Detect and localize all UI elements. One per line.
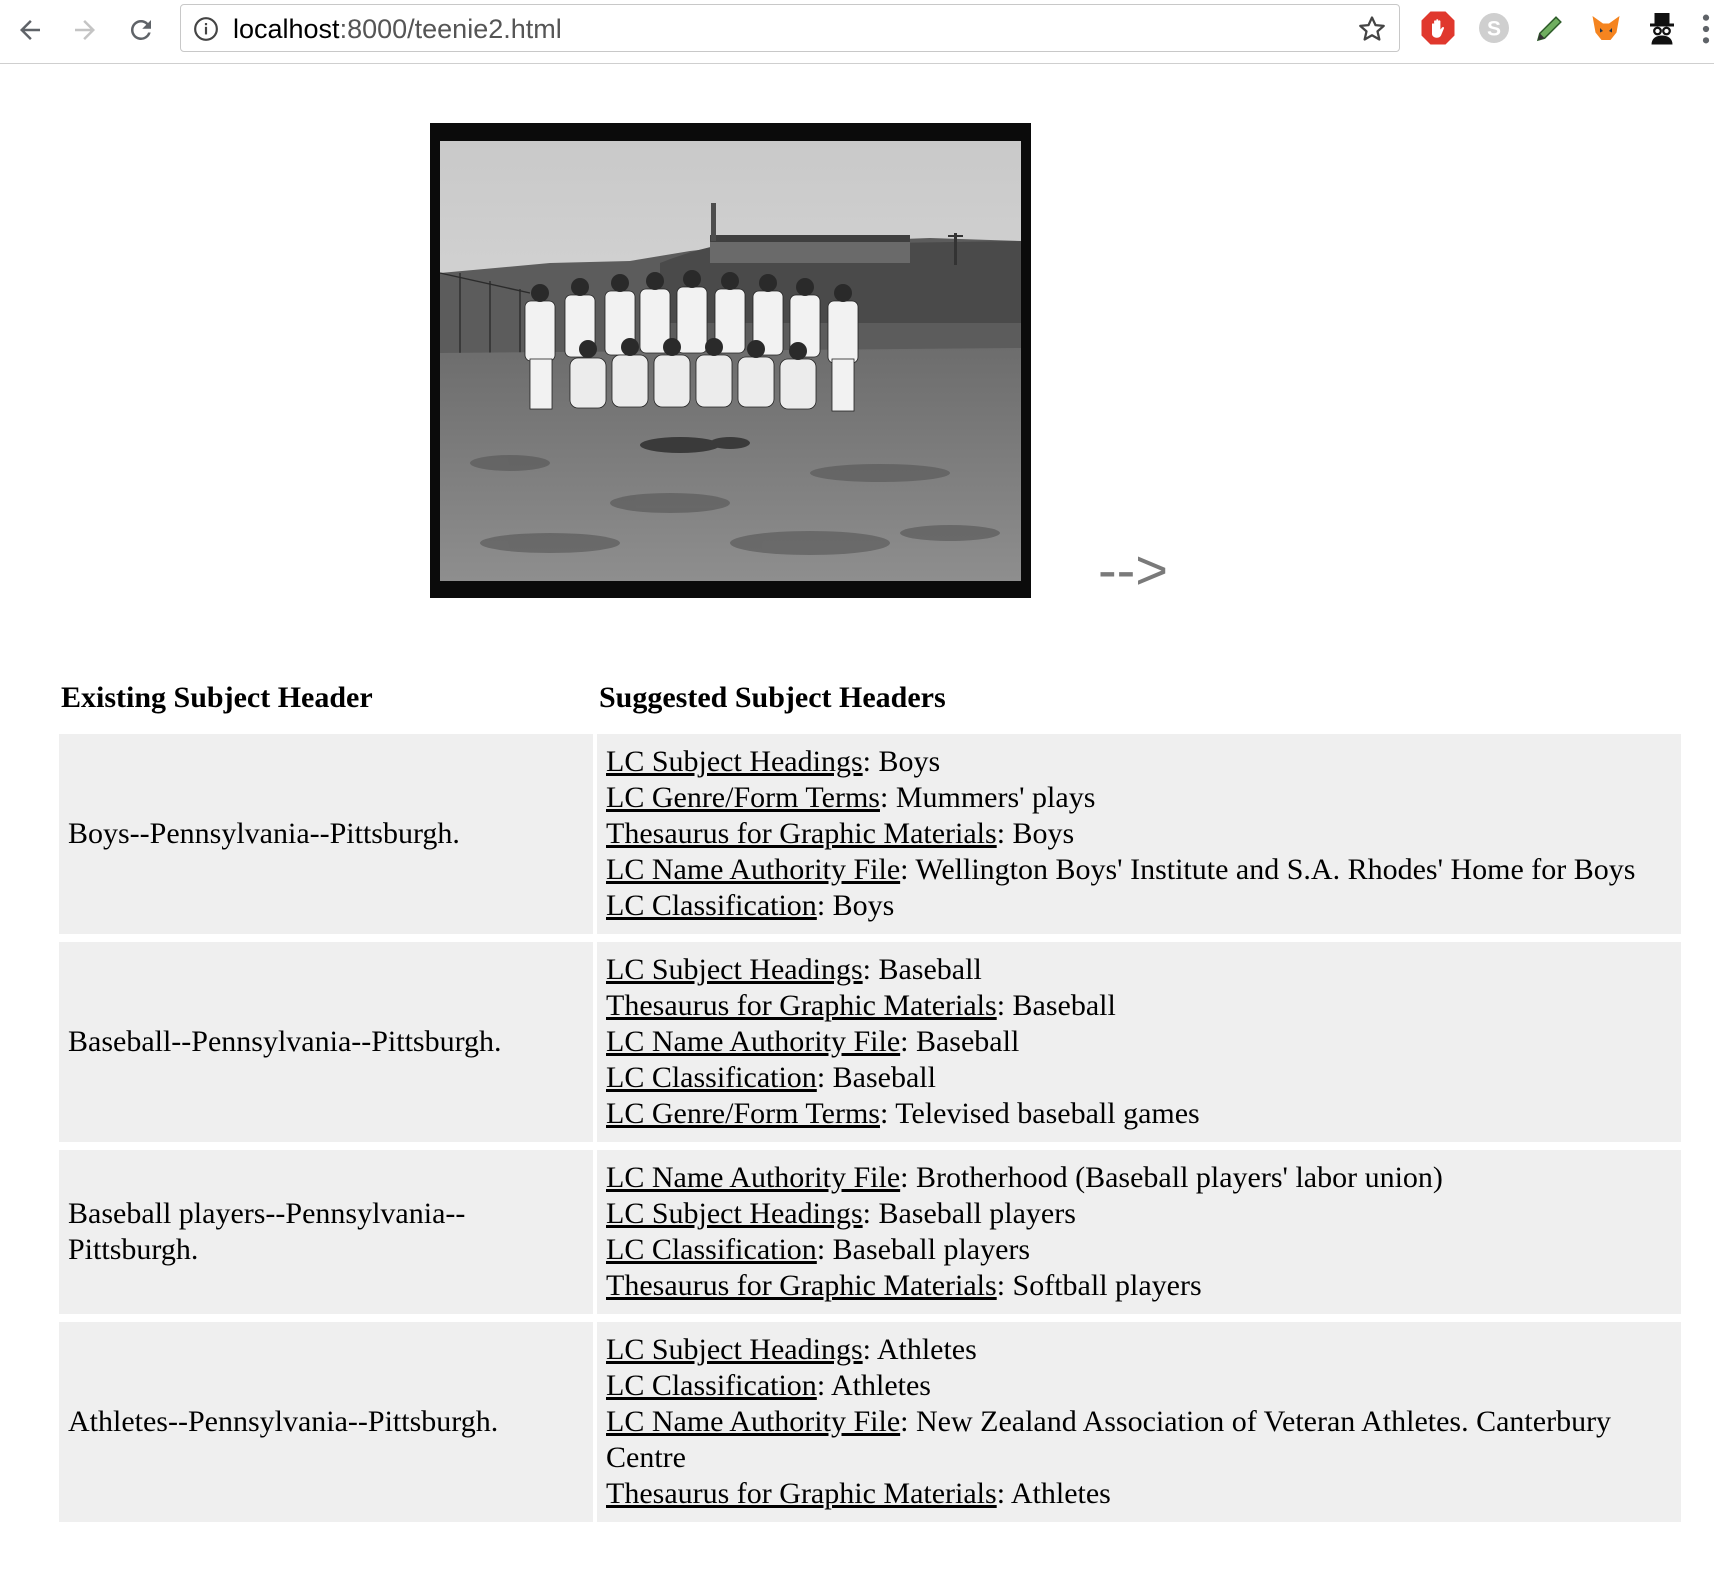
- suggestion-item: LC Name Authority File: Wellington Boys'…: [606, 852, 1672, 888]
- suggestion-item: LC Classification: Baseball players: [606, 1232, 1672, 1268]
- vocabulary-link[interactable]: LC Classification: [606, 889, 817, 922]
- table-body: Boys--Pennsylvania--Pittsburgh. LC Subjec…: [59, 734, 1681, 1522]
- vocabulary-link[interactable]: LC Name Authority File: [606, 1025, 900, 1058]
- url-host: localhost: [233, 14, 340, 44]
- existing-subject-cell: Boys--Pennsylvania--Pittsburgh.: [59, 734, 593, 934]
- pencil-icon: [1536, 16, 1562, 42]
- reload-button[interactable]: [119, 8, 163, 52]
- suggestion-item: LC Classification: Baseball: [606, 1060, 1672, 1096]
- suggested-term: : Boys: [816, 889, 895, 922]
- vocabulary-link[interactable]: LC Subject Headings: [606, 745, 863, 778]
- suggested-term: : Baseball: [996, 989, 1116, 1022]
- vocabulary-link[interactable]: LC Name Authority File: [606, 853, 900, 886]
- suggested-header-column: Suggested Subject Headers: [599, 681, 946, 714]
- vocabulary-link[interactable]: LC Subject Headings: [606, 1333, 863, 1366]
- suggested-term: : Televised baseball games: [879, 1097, 1200, 1130]
- address-bar[interactable]: localhost:8000/teenie2.html: [180, 4, 1400, 52]
- suggested-subjects-cell: LC Subject Headings: Baseball Thesaurus f…: [597, 942, 1681, 1142]
- suggested-term: : Mummers' plays: [879, 781, 1096, 814]
- suggested-term: : Athletes: [996, 1477, 1111, 1510]
- suggested-subjects-cell: LC Subject Headings: Boys LC Genre/Form T…: [597, 734, 1681, 934]
- suggested-term: : Athletes: [862, 1333, 977, 1366]
- vocabulary-link[interactable]: LC Genre/Form Terms: [606, 1097, 880, 1130]
- suggestion-item: LC Classification: Boys: [606, 888, 1672, 924]
- suggestion-item: Thesaurus for Graphic Materials: Basebal…: [606, 988, 1672, 1024]
- arrow-text: -->: [1098, 538, 1168, 601]
- vocabulary-link[interactable]: LC Name Authority File: [606, 1405, 900, 1438]
- suggestion-item: LC Subject Headings: Baseball: [606, 952, 1672, 988]
- svg-text:S: S: [1487, 18, 1501, 41]
- browser-toolbar: localhost:8000/teenie2.html S: [0, 0, 1714, 64]
- vocabulary-link[interactable]: LC Name Authority File: [606, 1161, 900, 1194]
- suggestion-item: LC Genre/Form Terms: Mummers' plays: [606, 780, 1672, 816]
- adblock-extension[interactable]: [1420, 10, 1456, 46]
- suggested-term: : Softball players: [996, 1269, 1202, 1302]
- suggestion-item: LC Classification: Athletes: [606, 1368, 1672, 1404]
- suggestion-item: LC Genre/Form Terms: Televised baseball …: [606, 1096, 1672, 1132]
- spy-icon: [1650, 13, 1674, 45]
- table-row: Baseball--Pennsylvania--Pittsburgh. LC Su…: [59, 942, 1681, 1142]
- table-row: Baseball players--Pennsylvania--Pittsbur…: [59, 1150, 1681, 1314]
- suggested-subjects-cell: LC Name Authority File: Brotherhood (Bas…: [597, 1150, 1681, 1314]
- suggested-term: : Wellington Boys' Institute and S.A. Rh…: [900, 853, 1636, 886]
- vocabulary-link[interactable]: Thesaurus for Graphic Materials: [606, 817, 997, 850]
- team-photograph-image: [430, 123, 1031, 598]
- suggested-term: : Baseball players: [816, 1233, 1031, 1266]
- suggested-term: : Brotherhood (Baseball players' labor u…: [900, 1161, 1443, 1194]
- suggestion-item: Thesaurus for Graphic Materials: Boys: [606, 816, 1672, 852]
- spy-extension[interactable]: [1644, 10, 1680, 46]
- back-button[interactable]: [8, 8, 52, 52]
- vocabulary-link[interactable]: LC Genre/Form Terms: [606, 781, 880, 814]
- star-icon[interactable]: [1357, 14, 1387, 44]
- vocabulary-link[interactable]: Thesaurus for Graphic Materials: [606, 989, 997, 1022]
- suggested-term: : Athletes: [816, 1369, 931, 1402]
- vocabulary-link[interactable]: Thesaurus for Graphic Materials: [606, 1269, 997, 1302]
- suggested-subjects-cell: LC Subject Headings: Athletes LC Classifi…: [597, 1322, 1681, 1522]
- vocabulary-link[interactable]: LC Classification: [606, 1233, 817, 1266]
- table-header-row: Existing Subject Header Suggested Subjec…: [59, 678, 1681, 726]
- forward-button[interactable]: [63, 8, 107, 52]
- adblock-hand-icon: [1421, 11, 1455, 45]
- vocabulary-link[interactable]: Thesaurus for Graphic Materials: [606, 1477, 997, 1510]
- suggested-term: : Baseball players: [862, 1197, 1076, 1230]
- table-row: Boys--Pennsylvania--Pittsburgh. LC Subjec…: [59, 734, 1681, 934]
- menu-dots-icon[interactable]: [1700, 12, 1712, 46]
- suggested-term: : Boys: [862, 745, 941, 778]
- suggestion-item: Thesaurus for Graphic Materials: Athlete…: [606, 1476, 1672, 1512]
- existing-subject-cell: Athletes--Pennsylvania--Pittsburgh.: [59, 1322, 593, 1522]
- existing-subject-cell: Baseball players--Pennsylvania--Pittsbur…: [59, 1150, 593, 1314]
- url-path: :8000/teenie2.html: [339, 14, 562, 44]
- reload-icon: [130, 19, 151, 40]
- existing-header-column: Existing Subject Header: [61, 681, 373, 714]
- team-photograph: [430, 123, 1031, 598]
- suggestion-item: LC Subject Headings: Athletes: [606, 1332, 1672, 1368]
- vocabulary-link[interactable]: LC Subject Headings: [606, 953, 863, 986]
- suggested-term: : Boys: [996, 817, 1075, 850]
- suggested-term: : Baseball: [816, 1061, 936, 1094]
- suggestion-item: LC Name Authority File: Brotherhood (Bas…: [606, 1160, 1672, 1196]
- skype-extension[interactable]: S: [1476, 10, 1512, 46]
- url-text[interactable]: localhost:8000/teenie2.html: [233, 13, 562, 45]
- forward-arrow-icon: [75, 20, 95, 40]
- suggestion-item: Thesaurus for Graphic Materials: Softbal…: [606, 1268, 1672, 1304]
- suggestion-item: LC Name Authority File: Baseball: [606, 1024, 1672, 1060]
- back-arrow-icon: [20, 20, 40, 40]
- subject-headers-table: Existing Subject Header Suggested Subjec…: [55, 670, 1685, 1530]
- suggested-term: : Baseball: [900, 1025, 1020, 1058]
- pencil-extension[interactable]: [1532, 10, 1568, 46]
- metamask-extension[interactable]: [1588, 10, 1624, 46]
- existing-subject-cell: Baseball--Pennsylvania--Pittsburgh.: [59, 942, 593, 1142]
- suggestion-item: LC Name Authority File: New Zealand Asso…: [606, 1404, 1672, 1476]
- suggestion-item: LC Subject Headings: Boys: [606, 744, 1672, 780]
- metamask-fox-icon: [1592, 16, 1620, 40]
- suggestion-item: LC Subject Headings: Baseball players: [606, 1196, 1672, 1232]
- table-row: Athletes--Pennsylvania--Pittsburgh. LC Su…: [59, 1322, 1681, 1522]
- vocabulary-link[interactable]: LC Classification: [606, 1369, 817, 1402]
- skype-icon: S: [1479, 13, 1509, 43]
- vocabulary-link[interactable]: LC Classification: [606, 1061, 817, 1094]
- info-icon[interactable]: [193, 16, 219, 42]
- suggested-term: : Baseball: [862, 953, 982, 986]
- vocabulary-link[interactable]: LC Subject Headings: [606, 1197, 863, 1230]
